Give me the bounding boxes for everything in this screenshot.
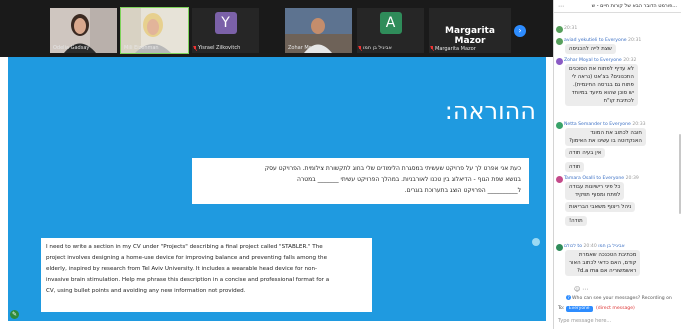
chat-input[interactable]: Type message here... — [558, 318, 611, 324]
chat-panel: ⋯ ...פורמט הדובר הבא של קורות חיים - ש 2… — [553, 0, 681, 329]
instruction-line: ל__________ הפרויקט הוצג בתערוכת בוגרים. — [404, 187, 521, 194]
message-bubble: חובה לכתוב את המונד האנקדוטה בו עשינו את… — [565, 128, 646, 146]
prompt-line: CV, using bullet points and avoiding any… — [46, 288, 246, 294]
chevron-right-icon[interactable]: › — [514, 25, 526, 37]
chat-header: ⋯ ...פורמט הדובר הבא של קורות חיים - ש — [554, 0, 681, 13]
participant-name: Yisrael Zilkovitch — [198, 45, 241, 51]
chat-title: ...פורמט הדובר הבא של קורות חיים - ש — [591, 3, 677, 9]
prompt-box: I need to write a section in my CV under… — [41, 238, 372, 312]
participant-tile[interactable]: Margarita Mazor Margarita Mazor — [429, 8, 511, 53]
video-strip: Odelia Gadsay Mili Eizenman Y Yisrael Zi… — [0, 0, 553, 57]
participant-name: Zohar Moyal — [288, 45, 320, 51]
message-bubble: מכתיבת הטכנכה שאמרת קודם, האם כדאי לכתוב… — [565, 250, 641, 276]
instruction-line: כעת אני אפרט לך על פרויקט שעשיתי במסגרת … — [264, 165, 521, 172]
participant-name: Odelia Gadsay — [53, 45, 90, 51]
slide-title: ההוראה: — [444, 97, 536, 125]
prompt-line: project involves designing a home-use de… — [46, 255, 328, 261]
message-sender: Zohar Moyal to Everyone 20:32 — [564, 58, 637, 63]
participant-name: Mili Eizenman — [124, 45, 159, 51]
message-bubble: ניהל ריצוף משאבי הבריאות — [565, 202, 636, 212]
prompt-line: I need to write a section in my CV under… — [46, 244, 323, 250]
participant-big-name: Margarita Mazor — [445, 26, 495, 46]
message-sender: Tamara Osalli to Everyone 20:39 — [564, 176, 639, 181]
mic-off-icon — [193, 46, 197, 51]
cursor-indicator-icon — [532, 238, 540, 246]
avatar — [556, 244, 563, 251]
more-options-icon[interactable]: ⋯ — [558, 3, 564, 10]
prompt-line: elderly, inspired by research from Tel A… — [46, 266, 318, 272]
message-time: 20:31 — [564, 26, 578, 31]
message-bubble: תודה — [565, 162, 585, 172]
shared-slide: ההוראה: כעת אני אפרט לך על פרויקט שעשיתי… — [8, 57, 546, 321]
avatar — [556, 122, 563, 129]
chat-messages[interactable]: 20:31 aviad yekutieli to Everyone 20:31 … — [554, 14, 681, 286]
message-bubble: לא עדיף לפתוח את הסוכנים התכנונים? בצ'אט… — [565, 64, 638, 106]
instruction-line: בנושא שפת הגוף - הדיאלוג בין טכנו לאורבנ… — [296, 176, 521, 183]
participant-tile-active[interactable]: Mili Eizenman — [120, 7, 189, 54]
letter-avatar: Y — [214, 12, 237, 34]
instruction-box: כעת אני אפרט לך על פרויקט שעשיתי במסגרת … — [192, 158, 529, 204]
annotate-icon[interactable]: ✎ — [10, 310, 19, 319]
participant-tile[interactable]: Y Yisrael Zilkovitch — [192, 8, 259, 53]
who-can-see-notice[interactable]: ? Who can see your messages? Recording on — [566, 295, 672, 301]
message-sender: Netta Semander to Everyone 20:33 — [564, 122, 646, 127]
letter-avatar: A — [379, 12, 402, 34]
participant-tile[interactable]: Zohar Moyal — [285, 8, 352, 53]
avatar — [556, 26, 563, 33]
avatar — [556, 176, 563, 183]
mic-off-icon — [358, 46, 362, 51]
message-sender: לכולם to אביגיל בן חמו 20:40 — [564, 244, 625, 249]
message-bubble: שצת לייה להכניסה — [565, 44, 616, 54]
participant-name: אביגיל בן חמו — [363, 45, 392, 51]
avatar — [556, 58, 563, 65]
message-bubble: אין בעיה תודה — [565, 148, 606, 158]
prompt-line: invasive brain stimulation. Help me phra… — [46, 277, 330, 283]
mic-off-icon — [430, 46, 434, 51]
message-sender: aviad yekutieli to Everyone 20:31 — [564, 38, 642, 43]
participant-tile[interactable]: Odelia Gadsay — [50, 8, 117, 53]
recipient-select[interactable]: Everyone — [565, 306, 593, 312]
message-bubble: תודה! — [565, 216, 587, 226]
participant-name: Margarita Mazor — [435, 46, 476, 52]
direct-message-label: (direct message) — [595, 306, 635, 311]
participant-tile[interactable]: A אביגיל בן חמו — [357, 8, 424, 53]
recipient-row: To: Everyone (direct message) — [558, 306, 635, 312]
message-bubble: כל פיני רישיונות עבודה לפתח ומסוף תפקיד — [565, 182, 625, 200]
avatar — [556, 38, 563, 45]
reply-emoji-icon[interactable]: ☺ ⋯ — [574, 286, 588, 293]
